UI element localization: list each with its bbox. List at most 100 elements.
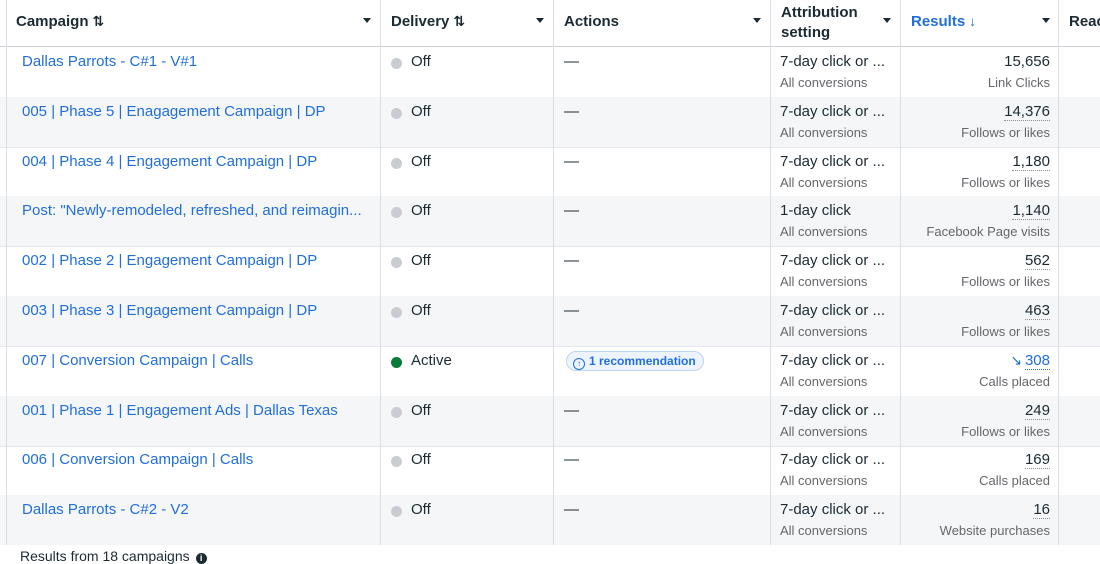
sort-down-icon[interactable]: ↓ [969, 13, 976, 29]
attribution-window: 7-day click or ... [780, 302, 886, 319]
table-row[interactable]: 002 | Phase 2 | Engagement Campaign | DP… [0, 246, 1100, 298]
result-type: Calls placed [979, 373, 1050, 389]
results-cell: ↘ 308 Calls placed [901, 346, 1059, 396]
attribution-type: All conversions [780, 423, 868, 439]
results-cell: 169 Calls placed [901, 445, 1059, 495]
chevron-down-icon[interactable] [883, 18, 891, 23]
table-row[interactable]: 001 | Phase 1 | Engagement Ads | Dallas … [0, 395, 1100, 447]
chevron-down-icon[interactable] [536, 18, 544, 23]
result-value[interactable]: 249 [1024, 401, 1050, 420]
result-value[interactable]: 562 [1024, 252, 1050, 271]
result-value[interactable]: 1,140 [1012, 202, 1050, 221]
chevron-down-icon[interactable] [363, 18, 371, 23]
campaign-cell: 007 | Conversion Campaign | Calls [6, 346, 381, 396]
table-row[interactable]: Dallas Parrots - C#1 - V#1 Off — 7-day clic… [0, 47, 1100, 98]
attribution-type: All conversions [780, 473, 868, 489]
result-value[interactable]: 463 [1024, 302, 1050, 320]
delivery-status: Off [411, 451, 431, 469]
campaign-name-link[interactable]: 007 | Conversion Campaign | Calls [22, 352, 253, 369]
column-label-delivery: Delivery [391, 13, 450, 30]
sort-icon[interactable]: ⇅ [453, 13, 465, 29]
status-dot [391, 307, 402, 318]
status-dot [391, 58, 402, 69]
attribution-cell: 7-day click or ... All conversions [771, 495, 901, 545]
attribution-type: All conversions [780, 224, 868, 240]
table-row[interactable]: Dallas Parrots - C#2 - V2 Off — 7-day click… [0, 495, 1100, 547]
result-type: Follows or likes [961, 274, 1050, 290]
status-dot [391, 356, 402, 368]
reach-cell [1059, 47, 1100, 97]
column-header-campaign[interactable]: Campaign ⇅ [6, 0, 381, 46]
result-value[interactable]: 169 [1024, 451, 1050, 470]
column-header-actions[interactable]: Actions [554, 0, 771, 46]
column-header-results[interactable]: Results ↓ [901, 0, 1059, 46]
campaign-name-link[interactable]: 001 | Phase 1 | Engagement Ads | Dallas … [22, 402, 338, 419]
campaign-name-link[interactable]: Dallas Parrots - C#2 - V2 [22, 501, 189, 518]
campaign-name-link[interactable]: 002 | Phase 2 | Engagement Campaign | DP [22, 252, 317, 269]
action-empty: — [564, 202, 579, 220]
result-type: Follows or likes [961, 423, 1050, 439]
table-header: Campaign ⇅ Delivery ⇅ Actions Attribution … [0, 0, 1100, 47]
trend-down-icon: ↘ [1010, 351, 1022, 368]
campaign-name-link[interactable]: 005 | Phase 5 | Enagagement Campaign | D… [22, 103, 326, 120]
delivery-cell: Off [381, 147, 554, 197]
campaign-name-link[interactable]: 006 | Conversion Campaign | Calls [22, 451, 253, 468]
delivery-cell: Off [381, 296, 554, 346]
reach-cell [1059, 246, 1100, 296]
campaign-name-link[interactable]: 004 | Phase 4 | Engagement Campaign | DP [22, 153, 317, 170]
results-cell: 249 Follows or likes [901, 396, 1059, 446]
result-value[interactable]: 14,376 [1004, 102, 1050, 121]
attribution-window: 7-day click or ... [780, 501, 886, 519]
status-dot [391, 157, 402, 169]
attribution-cell: 7-day click or ... All conversions [771, 445, 901, 495]
reach-cell [1059, 346, 1100, 396]
delivery-status: Off [411, 53, 431, 70]
recommendation-badge[interactable]: ↑ 1 recommendation [566, 350, 704, 371]
action-empty: — [564, 501, 579, 519]
campaign-name-link[interactable]: 003 | Phase 3 | Engagement Campaign | DP [22, 302, 317, 319]
delivery-status: Active [411, 351, 452, 369]
result-value[interactable]: 16 [1033, 501, 1050, 520]
footer-summary: Results from 18 campaigns [20, 548, 190, 564]
table-row[interactable]: Post: "Newly-remodeled, refreshed, and r… [0, 196, 1100, 248]
column-divider [770, 0, 771, 557]
column-header-attribution[interactable]: Attribution setting [771, 0, 901, 46]
table-row[interactable]: 007 | Conversion Campaign | Calls Active ↑… [0, 346, 1100, 397]
info-icon[interactable]: i [195, 553, 207, 564]
campaign-cell: Dallas Parrots - C#1 - V#1 [6, 47, 381, 97]
reach-cell [1059, 396, 1100, 446]
column-header-delivery[interactable]: Delivery ⇅ [381, 0, 554, 46]
table-row[interactable]: 003 | Phase 3 | Engagement Campaign | DP… [0, 296, 1100, 347]
table-row[interactable]: 005 | Phase 5 | Enagagement Campaign | D… [0, 96, 1100, 148]
chevron-down-icon[interactable] [1042, 18, 1050, 23]
result-value[interactable]: 15,656 [1004, 53, 1050, 70]
attribution-cell: 7-day click or ... All conversions [771, 147, 901, 197]
column-label-reach: Reac [1069, 13, 1100, 30]
campaign-name-link[interactable]: Dallas Parrots - C#1 - V#1 [22, 53, 197, 70]
result-value[interactable]: 308 [1024, 351, 1050, 370]
attribution-window: 7-day click or ... [780, 53, 886, 70]
attribution-type: All conversions [780, 523, 868, 539]
column-header-reach[interactable]: Reac [1059, 0, 1100, 46]
delivery-cell: Off [381, 97, 554, 147]
column-divider [1058, 0, 1059, 557]
attribution-cell: 1-day click All conversions [771, 196, 901, 246]
column-label-campaign: Campaign [16, 13, 89, 30]
actions-cell: — [554, 246, 771, 296]
status-dot [391, 456, 402, 468]
attribution-type: All conversions [780, 274, 868, 290]
table-row[interactable]: 004 | Phase 4 | Engagement Campaign | DP… [0, 147, 1100, 198]
results-cell: 562 Follows or likes [901, 246, 1059, 296]
result-value[interactable]: 1,180 [1012, 152, 1050, 171]
chevron-down-icon[interactable] [753, 18, 761, 23]
table-footer: Results from 18 campaigns i [0, 545, 1100, 564]
table-row[interactable]: 006 | Conversion Campaign | Calls Off — 7-d… [0, 445, 1100, 497]
campaign-name-link[interactable]: Post: "Newly-remodeled, refreshed, and r… [22, 202, 362, 219]
actions-cell: ↑ 1 recommendation [554, 346, 771, 396]
sort-icon[interactable]: ⇅ [93, 13, 105, 29]
actions-cell: — [554, 495, 771, 545]
column-divider [900, 0, 901, 557]
delivery-cell: Off [381, 445, 554, 495]
attribution-window: 7-day click or ... [780, 252, 886, 270]
action-empty: — [564, 102, 579, 120]
